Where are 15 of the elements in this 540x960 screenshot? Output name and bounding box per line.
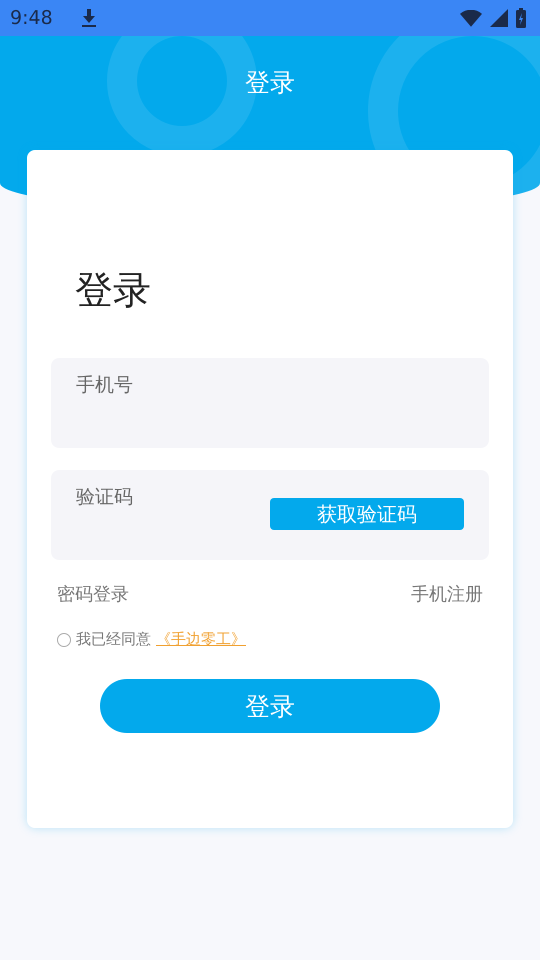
- page-title: 登录: [245, 67, 295, 99]
- signal-icon: [490, 9, 508, 27]
- phone-field[interactable]: 手机号: [51, 358, 489, 448]
- download-icon: [80, 9, 97, 27]
- wifi-icon: [460, 10, 482, 26]
- text-link[interactable]: 手机注册: [411, 582, 483, 608]
- agree-radio[interactable]: [57, 632, 71, 646]
- agreement-text: 我已经同意: [76, 630, 151, 649]
- text-link[interactable]: 密码登录: [57, 582, 129, 608]
- agreement-link[interactable]: 《手边零工》: [156, 630, 246, 649]
- status-time: 9:48: [10, 7, 53, 29]
- battery-icon: [516, 8, 526, 28]
- login-heading: 登录: [75, 267, 151, 314]
- login-button[interactable]: 登录: [100, 679, 440, 733]
- get-code-button[interactable]: 获取验证码: [270, 498, 464, 530]
